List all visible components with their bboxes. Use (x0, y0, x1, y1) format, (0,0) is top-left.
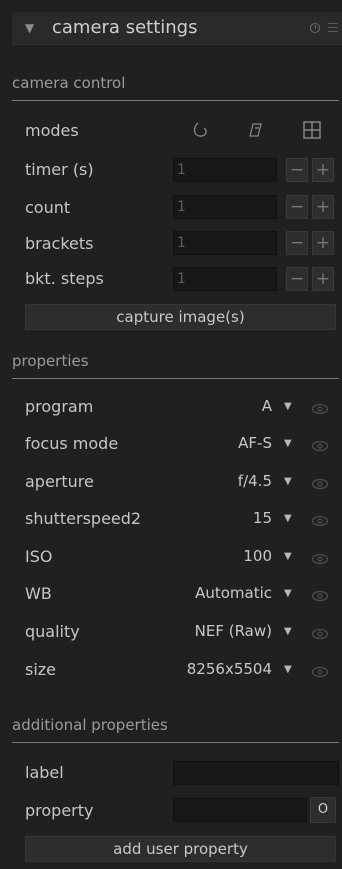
bkt-steps-decrement-button[interactable]: − (286, 267, 308, 291)
iso-dropdown[interactable]: 100 (243, 547, 272, 565)
timer-input[interactable]: 1 (173, 158, 277, 182)
eye-icon[interactable] (311, 590, 329, 602)
modes-label: modes (25, 121, 79, 140)
bkt-steps-input[interactable]: 1 (173, 267, 277, 291)
brackets-increment-button[interactable]: + (312, 231, 334, 255)
focus-mode-dropdown[interactable]: AF-S (238, 434, 272, 452)
dropdown-arrow-icon[interactable]: ▼ (284, 476, 292, 487)
property-field-label: property (25, 801, 94, 820)
timer-decrement-button[interactable]: − (286, 158, 308, 182)
shutterspeed-dropdown[interactable]: 15 (253, 509, 272, 527)
module-header[interactable]: ▼ camera settings (12, 12, 342, 47)
section-properties: properties (12, 352, 339, 379)
camera-settings-panel: ▼ camera settings camera control modes t… (0, 0, 342, 869)
bkt-steps-increment-button[interactable]: + (312, 267, 334, 291)
dropdown-arrow-icon[interactable]: ▼ (284, 626, 292, 637)
eye-icon[interactable] (311, 478, 329, 490)
bracket-icon[interactable] (246, 120, 266, 140)
add-user-property-button[interactable]: add user property (25, 836, 336, 862)
section-additional-properties: additional properties (12, 716, 339, 743)
eye-icon[interactable] (311, 666, 329, 678)
property-input[interactable] (173, 798, 307, 822)
count-label: count (25, 198, 71, 217)
property-label-aperture: aperture (25, 472, 94, 491)
count-input[interactable]: 1 (173, 195, 277, 219)
module-title: camera settings (52, 17, 198, 38)
property-label-program: program (25, 397, 94, 416)
triangle-down-icon[interactable]: ▼ (25, 21, 34, 35)
label-input[interactable] (173, 761, 339, 785)
eye-icon[interactable] (311, 515, 329, 527)
dropdown-arrow-icon[interactable]: ▼ (284, 513, 292, 524)
property-label-focus-mode: focus mode (25, 434, 119, 453)
timelapse-icon[interactable] (190, 120, 210, 140)
count-increment-button[interactable]: + (312, 195, 334, 219)
dropdown-arrow-icon[interactable]: ▼ (284, 664, 292, 675)
quality-dropdown[interactable]: NEF (Raw) (195, 622, 272, 640)
eye-icon[interactable] (311, 553, 329, 565)
section-camera-control: camera control (12, 74, 339, 101)
dropdown-arrow-icon[interactable]: ▼ (284, 551, 292, 562)
brackets-decrement-button[interactable]: − (286, 231, 308, 255)
dropdown-arrow-icon[interactable]: ▼ (284, 401, 292, 412)
property-o-button[interactable]: O (310, 797, 336, 823)
label-field-label: label (25, 763, 64, 782)
property-label-iso: ISO (25, 547, 53, 566)
reset-icon[interactable] (310, 23, 320, 33)
presets-menu-icon[interactable] (328, 23, 338, 33)
brackets-label: brackets (25, 234, 94, 253)
brackets-input[interactable]: 1 (173, 231, 277, 255)
eye-icon[interactable] (311, 440, 329, 452)
size-dropdown[interactable]: 8256x5504 (187, 660, 272, 678)
property-label-wb: WB (25, 584, 52, 603)
bkt-steps-label: bkt. steps (25, 269, 104, 288)
property-label-quality: quality (25, 622, 80, 641)
aperture-dropdown[interactable]: f/4.5 (238, 472, 272, 490)
property-label-shutterspeed2: shutterspeed2 (25, 509, 142, 528)
dropdown-arrow-icon[interactable]: ▼ (284, 588, 292, 599)
eye-icon[interactable] (311, 403, 329, 415)
capture-images-button[interactable]: capture image(s) (25, 304, 336, 330)
grid-icon[interactable] (302, 120, 322, 140)
count-decrement-button[interactable]: − (286, 195, 308, 219)
timer-increment-button[interactable]: + (312, 158, 334, 182)
wb-dropdown[interactable]: Automatic (195, 584, 272, 602)
dropdown-arrow-icon[interactable]: ▼ (284, 438, 292, 449)
timer-label: timer (s) (25, 160, 94, 179)
program-dropdown[interactable]: A (262, 397, 272, 415)
eye-icon[interactable] (311, 628, 329, 640)
property-label-size: size (25, 660, 57, 679)
